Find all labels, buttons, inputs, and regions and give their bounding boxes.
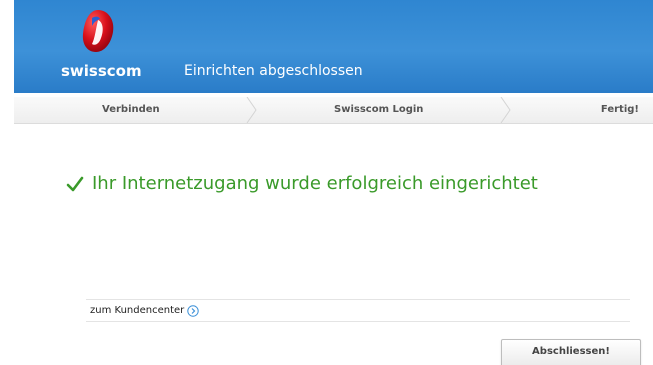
logo-wordmark: swisscom [61,62,142,80]
circle-arrow-right-icon [187,304,199,317]
success-message: Ihr Internetzugang wurde erfolgreich ein… [66,173,538,194]
kundencenter-link[interactable]: zum Kundencenter [86,304,199,317]
header-bar: swisscom Einrichten abgeschlossen [14,0,653,93]
step-swisscom-login: Swisscom Login [334,104,424,115]
setup-complete-page: swisscom Einrichten abgeschlossen Verbin… [0,0,653,365]
checkmark-icon [66,176,84,191]
step-divider [500,97,511,123]
kundencenter-row: zum Kundencenter [86,299,630,322]
step-divider [246,97,257,123]
page-title: Einrichten abgeschlossen [184,63,363,79]
finish-button[interactable]: Abschliessen! [501,339,641,365]
kundencenter-link-label: zum Kundencenter [90,305,185,316]
step-fertig: Fertig! [600,104,639,115]
step-verbinden: Verbinden [102,104,160,115]
success-text: Ihr Internetzugang wurde erfolgreich ein… [92,173,538,194]
swisscom-logo-icon [82,10,114,52]
progress-steps: Verbinden Swisscom Login Fertig! [14,97,653,124]
